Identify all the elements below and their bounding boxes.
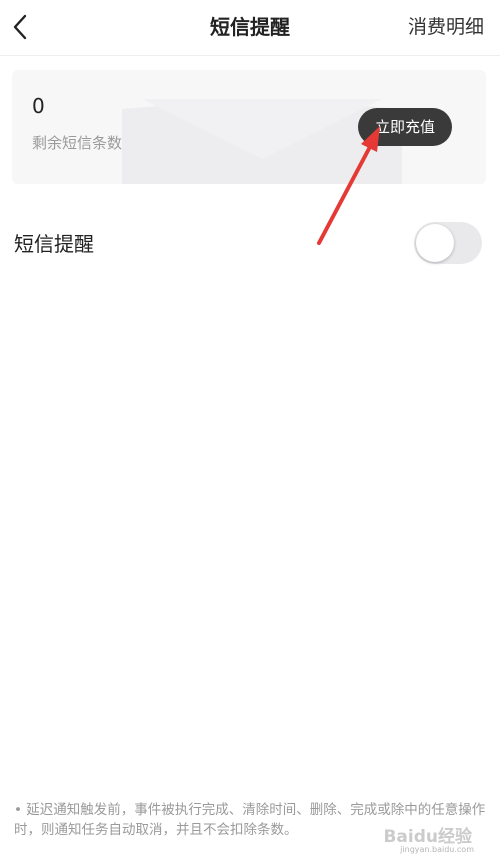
sms-balance-card: 0 剩余短信条数 立即充值 [12,70,486,184]
back-button[interactable] [6,12,34,42]
sms-balance-value: 0 [32,94,45,118]
sms-reminder-row: 短信提醒 [0,214,500,274]
footnote-text: • 延迟通知触发前，事件被执行完成、清除时间、删除、完成或除中的任意操作时，则通… [14,802,486,838]
chevron-left-icon [13,14,27,40]
sms-reminder-toggle[interactable] [414,222,482,264]
navigation-bar: 短信提醒 消费明细 [0,0,500,56]
sms-reminder-label: 短信提醒 [14,232,94,256]
toggle-knob [416,224,454,262]
baidu-watermark-url: jingyan.baidu.com [400,845,474,854]
consumption-details-link[interactable]: 消费明细 [408,0,484,54]
sms-balance-label: 剩余短信条数 [32,134,123,152]
recharge-button[interactable]: 立即充值 [358,108,452,146]
